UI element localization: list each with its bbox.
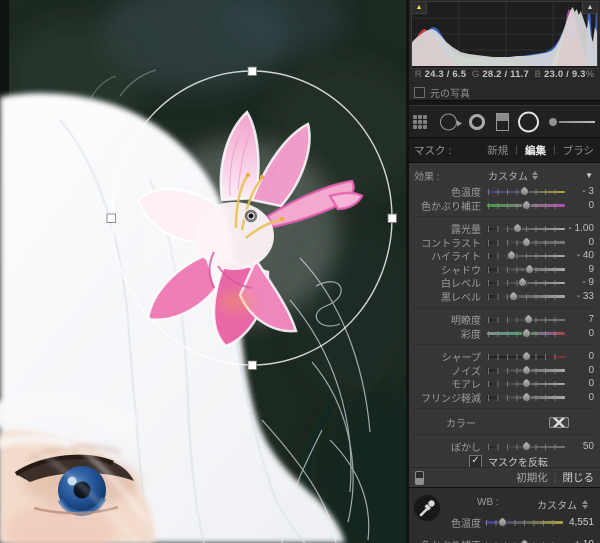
mask-label: マスク :: [414, 144, 452, 157]
slider-row-temp: 色温度 - 3: [451, 185, 594, 200]
graduated-filter-icon[interactable]: [496, 112, 509, 131]
slider-thumb[interactable]: [521, 313, 535, 327]
original-photo-checkbox[interactable]: [414, 87, 425, 98]
highlight-clipping-indicator[interactable]: ▲: [582, 2, 597, 14]
slider-thumb[interactable]: [507, 289, 520, 303]
slider-thumb[interactable]: [522, 262, 536, 276]
color-swatch[interactable]: [549, 416, 569, 428]
wb-label: WB :: [477, 497, 499, 508]
radial-handle-top[interactable]: [247, 66, 257, 76]
sharpness-slider[interactable]: [487, 350, 565, 364]
saturation-slider[interactable]: [487, 326, 565, 340]
slider-thumb[interactable]: [504, 249, 518, 263]
mask-bar: マスク : 新規 | 編集 | ブラシ: [409, 138, 600, 163]
slider-row-wb-temp: 色温度 4,551: [451, 515, 594, 530]
slider-thumb[interactable]: [511, 222, 524, 236]
slider-thumb[interactable]: [519, 390, 533, 404]
slider-thumb[interactable]: [517, 537, 531, 543]
slider-thumb[interactable]: [519, 235, 533, 249]
wb-tint-slider[interactable]: [485, 537, 563, 543]
reset-button[interactable]: 初期化: [516, 470, 548, 485]
slider-row-whites: 白レベル - 9: [441, 276, 594, 291]
disclosure-triangle-icon[interactable]: ▼: [585, 171, 593, 180]
photo-image: [0, 0, 406, 543]
mask-brush-button[interactable]: ブラシ: [563, 143, 594, 158]
radial-handle-left[interactable]: [106, 213, 116, 223]
slider-thumb[interactable]: [496, 515, 510, 529]
temp-slider[interactable]: [487, 185, 565, 199]
slider-row-blacks: 黒レベル - 33: [441, 289, 594, 304]
slider-thumb[interactable]: [519, 350, 533, 364]
radial-handle-bottom[interactable]: [247, 360, 257, 370]
effect-preset-dropdown[interactable]: カスタム: [488, 168, 538, 183]
crop-overlay-icon[interactable]: [413, 114, 427, 129]
slider-row-shadows: シャドウ 9: [441, 262, 594, 277]
contrast-slider[interactable]: [487, 235, 565, 249]
moire-slider[interactable]: [487, 377, 565, 391]
slider-row-sharpness: シャープ 0: [441, 350, 594, 365]
tool-strip: [409, 106, 600, 138]
drawer-footer: 初期化 | 閉じる: [409, 467, 600, 487]
slider-thumb[interactable]: [516, 276, 530, 290]
exposure-slider[interactable]: [487, 222, 565, 236]
photo-canvas[interactable]: [0, 0, 406, 543]
slider-thumb[interactable]: [519, 326, 533, 340]
blacks-slider[interactable]: [487, 289, 565, 303]
dropdown-arrows-icon: [582, 500, 588, 509]
shadows-slider[interactable]: [487, 262, 565, 276]
dropdown-arrows-icon: [532, 170, 538, 180]
histogram-plot: [412, 2, 597, 66]
mask-new-button[interactable]: 新規: [487, 143, 508, 158]
spot-removal-icon[interactable]: [440, 113, 462, 130]
group-divider: [409, 404, 600, 414]
slider-row-clarity: 明瞭度 7: [451, 313, 594, 328]
slider-row-tint: 色かぶり補正 0: [421, 198, 594, 213]
basic-wb-section: WB : カスタム 色温度 4,551 色かぶり補正 + 10: [409, 487, 600, 543]
slider-thumb[interactable]: [518, 185, 531, 199]
wb-preset-dropdown[interactable]: カスタム: [537, 497, 588, 512]
panel-toggle-switch[interactable]: [415, 470, 424, 485]
invert-mask-checkbox[interactable]: ✓: [469, 454, 482, 468]
wb-temp-slider[interactable]: [485, 515, 563, 529]
noise-slider[interactable]: [487, 363, 565, 377]
slider-row-feather: ぼかし 50: [451, 440, 594, 455]
effect-label: 効果 :: [414, 171, 440, 183]
defringe-slider[interactable]: [487, 390, 565, 404]
histogram-section: ▲ ▲ R 24.3 / 6.5 G 28.2 / 11.7 B 23.0 / …: [409, 0, 600, 100]
slider-thumb[interactable]: [519, 363, 533, 377]
slider-row-noise: ノイズ 0: [451, 363, 594, 378]
slider-row-wb-tint-partial: 色かぶり補正 + 10: [409, 537, 600, 543]
feather-slider[interactable]: [487, 440, 565, 454]
clarity-slider[interactable]: [487, 313, 565, 327]
mask-edit-button[interactable]: 編集: [525, 143, 546, 158]
slider-row-exposure: 露光量 - 1.00: [451, 222, 594, 237]
tint-slider[interactable]: [487, 198, 565, 212]
highlights-slider[interactable]: [487, 249, 565, 263]
color-label: カラー: [446, 418, 476, 430]
shadow-clipping-indicator[interactable]: ▲: [412, 2, 427, 14]
develop-right-panel: ▲ ▲ R 24.3 / 6.5 G 28.2 / 11.7 B 23.0 / …: [406, 0, 600, 543]
radial-center-pin[interactable]: [243, 208, 259, 224]
rgb-readout: R 24.3 / 6.5 G 28.2 / 11.7 B 23.0 / 9.3%: [414, 69, 595, 80]
slider-thumb[interactable]: [519, 198, 533, 212]
slider-row-saturation: 彩度 0: [461, 326, 594, 341]
slider-thumb[interactable]: [520, 440, 534, 454]
slider-row-highlights: ハイライト - 40: [431, 249, 594, 264]
radial-filter-options: 効果 : カスタム ▼ 色温度 - 3 色かぶり補正 0 露光量 - 1.00 …: [409, 163, 600, 487]
slider-row-contrast: コントラスト 0: [421, 235, 594, 250]
adjustment-brush-icon[interactable]: [549, 117, 595, 126]
slider-row-moire: モアレ 0: [451, 377, 594, 392]
slider-row-defringe: フリンジ軽減 0: [421, 390, 594, 405]
whites-slider[interactable]: [487, 276, 565, 290]
red-eye-correction-icon[interactable]: [469, 113, 485, 130]
radial-filter-icon[interactable]: [518, 111, 539, 132]
lightroom-develop-window: ▲ ▲ R 24.3 / 6.5 G 28.2 / 11.7 B 23.0 / …: [0, 0, 600, 543]
radial-handle-right[interactable]: [387, 213, 397, 223]
original-photo-label: 元の写真: [430, 89, 470, 100]
close-button[interactable]: 閉じる: [563, 470, 595, 485]
slider-thumb[interactable]: [519, 377, 533, 391]
histogram[interactable]: ▲ ▲: [411, 1, 598, 69]
